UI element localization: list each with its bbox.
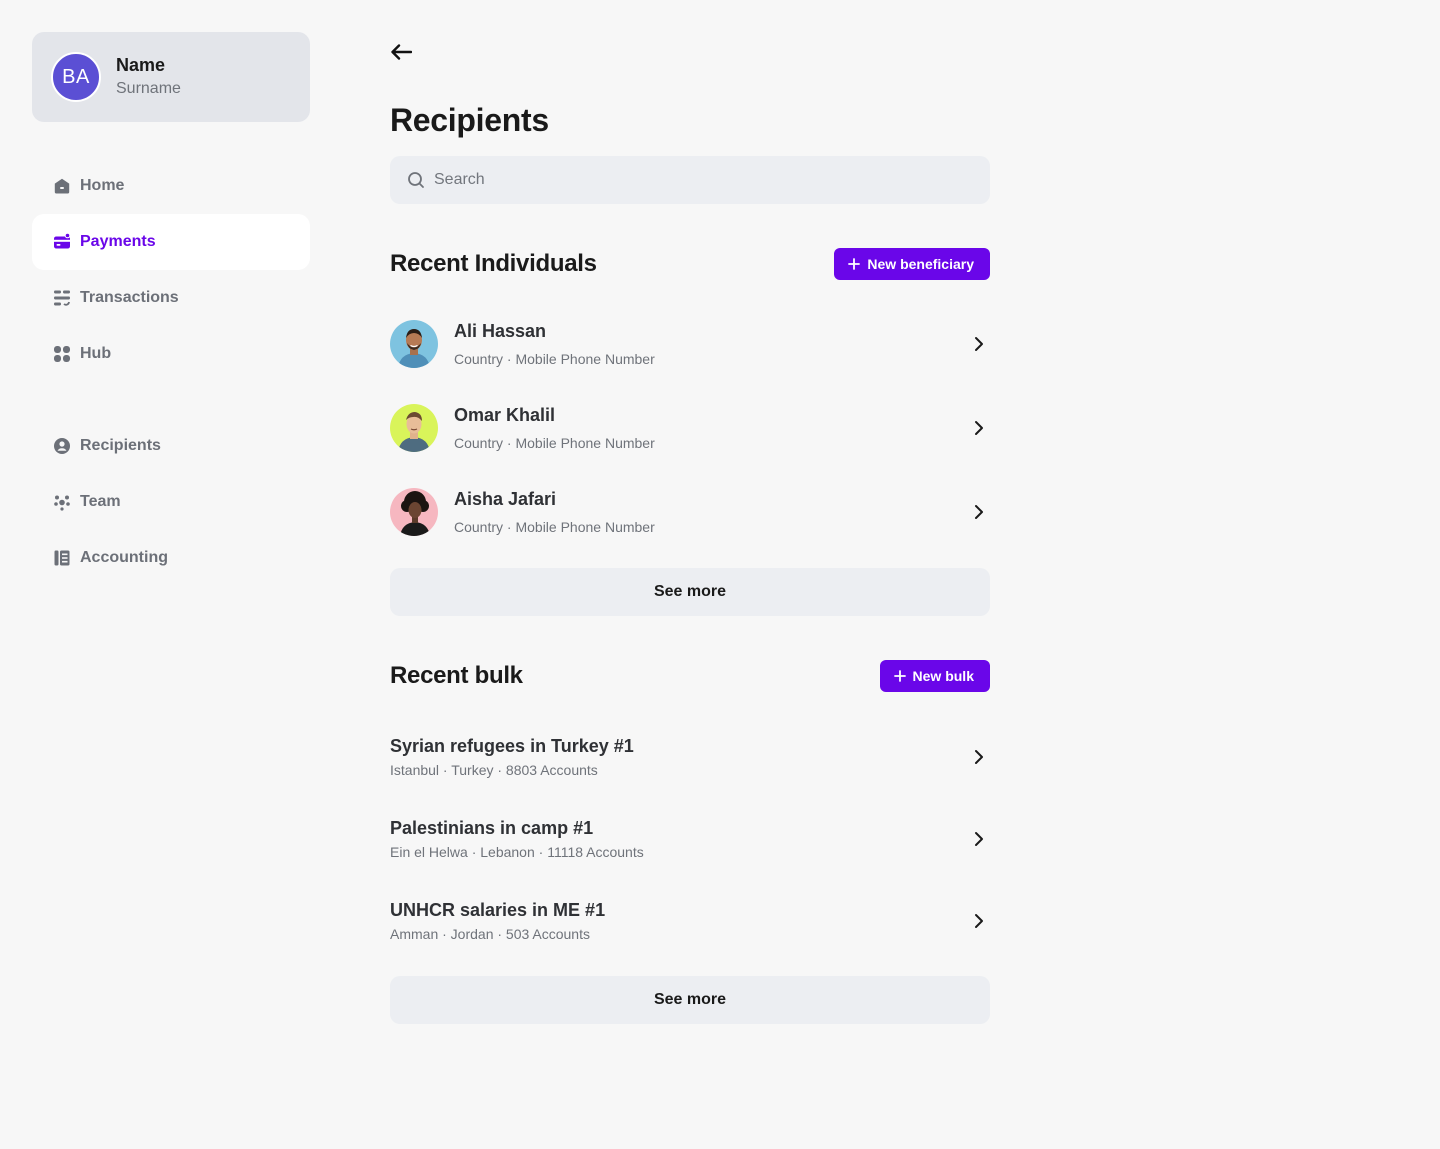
profile-surname: Surname: [116, 80, 181, 97]
bulk-details: Ein el Helwa · Lebanon · 11118 Accounts: [390, 844, 644, 860]
transactions-icon: [53, 289, 71, 307]
recipient-details: Country · Mobile Phone Number: [454, 519, 655, 535]
individuals-list: Ali Hassan Country · Mobile Phone Number: [390, 302, 990, 554]
profile-name: Name: [116, 55, 166, 75]
sidebar-item-team[interactable]: Team: [32, 474, 310, 530]
accounting-icon: [53, 549, 71, 567]
avatar: [390, 320, 438, 368]
list-item[interactable]: Omar Khalil Country · Mobile Phone Numbe…: [390, 386, 990, 470]
sidebar-item-label: Team: [80, 493, 121, 510]
list-item-text: Ali Hassan Country · Mobile Phone Number: [454, 320, 967, 368]
chevron-right-icon: [967, 745, 991, 769]
sidebar: BA Name Surname Home Payments Transactio…: [32, 32, 310, 586]
list-item-text: Aisha Jafari Country · Mobile Phone Numb…: [454, 488, 967, 536]
recipient-name: Ali Hassan: [454, 321, 547, 341]
profile-card[interactable]: BA Name Surname: [32, 32, 310, 122]
recipient-details: Country · Mobile Phone Number: [454, 351, 655, 367]
sidebar-item-label: Recipients: [80, 437, 161, 454]
sidebar-item-payments[interactable]: Payments: [32, 214, 310, 270]
recipients-icon: [53, 437, 71, 455]
page-title: Recipients: [390, 102, 549, 138]
search-icon: [408, 172, 424, 188]
sidebar-nav: Home Payments Transactions Hub Recipient…: [32, 158, 310, 586]
recipient-details: Country · Mobile Phone Number: [454, 435, 655, 451]
avatar: [390, 404, 438, 452]
plus-icon: [893, 670, 906, 682]
team-icon: [53, 493, 71, 511]
see-more-individuals-button[interactable]: See more: [390, 568, 990, 616]
bulk-name: UNHCR salaries in ME #1: [390, 900, 606, 920]
chevron-right-icon: [967, 909, 991, 933]
hub-icon: [53, 345, 71, 363]
plus-icon: [848, 258, 861, 270]
recipient-name: Omar Khalil: [454, 405, 556, 425]
search-input[interactable]: [434, 171, 954, 189]
profile-text: Name Surname: [116, 54, 181, 100]
sidebar-item-transactions[interactable]: Transactions: [32, 270, 310, 326]
list-item[interactable]: Palestinians in camp #1 Ein el Helwa · L…: [390, 798, 990, 880]
chevron-right-icon: [967, 416, 991, 440]
chevron-right-icon: [967, 500, 991, 524]
section-header: Recent Individuals New beneficiary: [390, 248, 990, 280]
new-beneficiary-button[interactable]: New beneficiary: [834, 248, 990, 280]
chevron-right-icon: [967, 827, 991, 851]
section-title: Recent Individuals: [390, 250, 597, 277]
bulk-name: Palestinians in camp #1: [390, 818, 594, 838]
new-bulk-button[interactable]: New bulk: [879, 660, 990, 692]
sidebar-item-label: Accounting: [80, 549, 168, 566]
sidebar-item-label: Hub: [80, 345, 112, 362]
sidebar-item-label: Payments: [80, 233, 156, 250]
payments-icon: [53, 233, 71, 251]
back-button[interactable]: [390, 40, 414, 64]
arrow-left-icon: [391, 44, 412, 60]
sidebar-item-hub[interactable]: Hub: [32, 326, 310, 382]
see-more-bulk-button[interactable]: See more: [390, 976, 990, 1024]
bulk-list: Syrian refugees in Turkey #1 Istanbul · …: [390, 716, 990, 962]
avatar: [390, 488, 438, 536]
search-box[interactable]: [390, 156, 990, 204]
bulk-details: Amman · Jordan · 503 Accounts: [390, 926, 590, 942]
section-title: Recent bulk: [390, 662, 523, 689]
bulk-name: Syrian refugees in Turkey #1: [390, 736, 634, 756]
avatar: BA: [51, 52, 101, 102]
chevron-right-icon: [967, 332, 991, 356]
list-item-text: UNHCR salaries in ME #1 Amman · Jordan ·…: [390, 899, 967, 943]
main-content: Recipients Recent Individuals New benefi…: [390, 40, 990, 1024]
sidebar-item-label: Transactions: [80, 289, 179, 306]
recent-bulk-section: Recent bulk New bulk Syrian refugees in …: [390, 660, 990, 1024]
home-icon: [53, 177, 71, 195]
list-item-text: Syrian refugees in Turkey #1 Istanbul · …: [390, 735, 967, 779]
sidebar-item-home[interactable]: Home: [32, 158, 310, 214]
button-label: New bulk: [912, 668, 974, 684]
recipient-name: Aisha Jafari: [454, 489, 557, 509]
list-item[interactable]: Aisha Jafari Country · Mobile Phone Numb…: [390, 470, 990, 554]
nav-divider-space: [32, 382, 310, 418]
bulk-details: Istanbul · Turkey · 8803 Accounts: [390, 762, 598, 778]
sidebar-item-accounting[interactable]: Accounting: [32, 530, 310, 586]
list-item[interactable]: Ali Hassan Country · Mobile Phone Number: [390, 302, 990, 386]
sidebar-item-label: Home: [80, 177, 125, 194]
sidebar-item-recipients[interactable]: Recipients: [32, 418, 310, 474]
list-item[interactable]: Syrian refugees in Turkey #1 Istanbul · …: [390, 716, 990, 798]
list-item-text: Palestinians in camp #1 Ein el Helwa · L…: [390, 817, 967, 861]
recent-individuals-section: Recent Individuals New beneficiary Ali H…: [390, 248, 990, 616]
list-item-text: Omar Khalil Country · Mobile Phone Numbe…: [454, 404, 967, 452]
button-label: New beneficiary: [867, 256, 974, 272]
section-header: Recent bulk New bulk: [390, 660, 990, 692]
list-item[interactable]: UNHCR salaries in ME #1 Amman · Jordan ·…: [390, 880, 990, 962]
